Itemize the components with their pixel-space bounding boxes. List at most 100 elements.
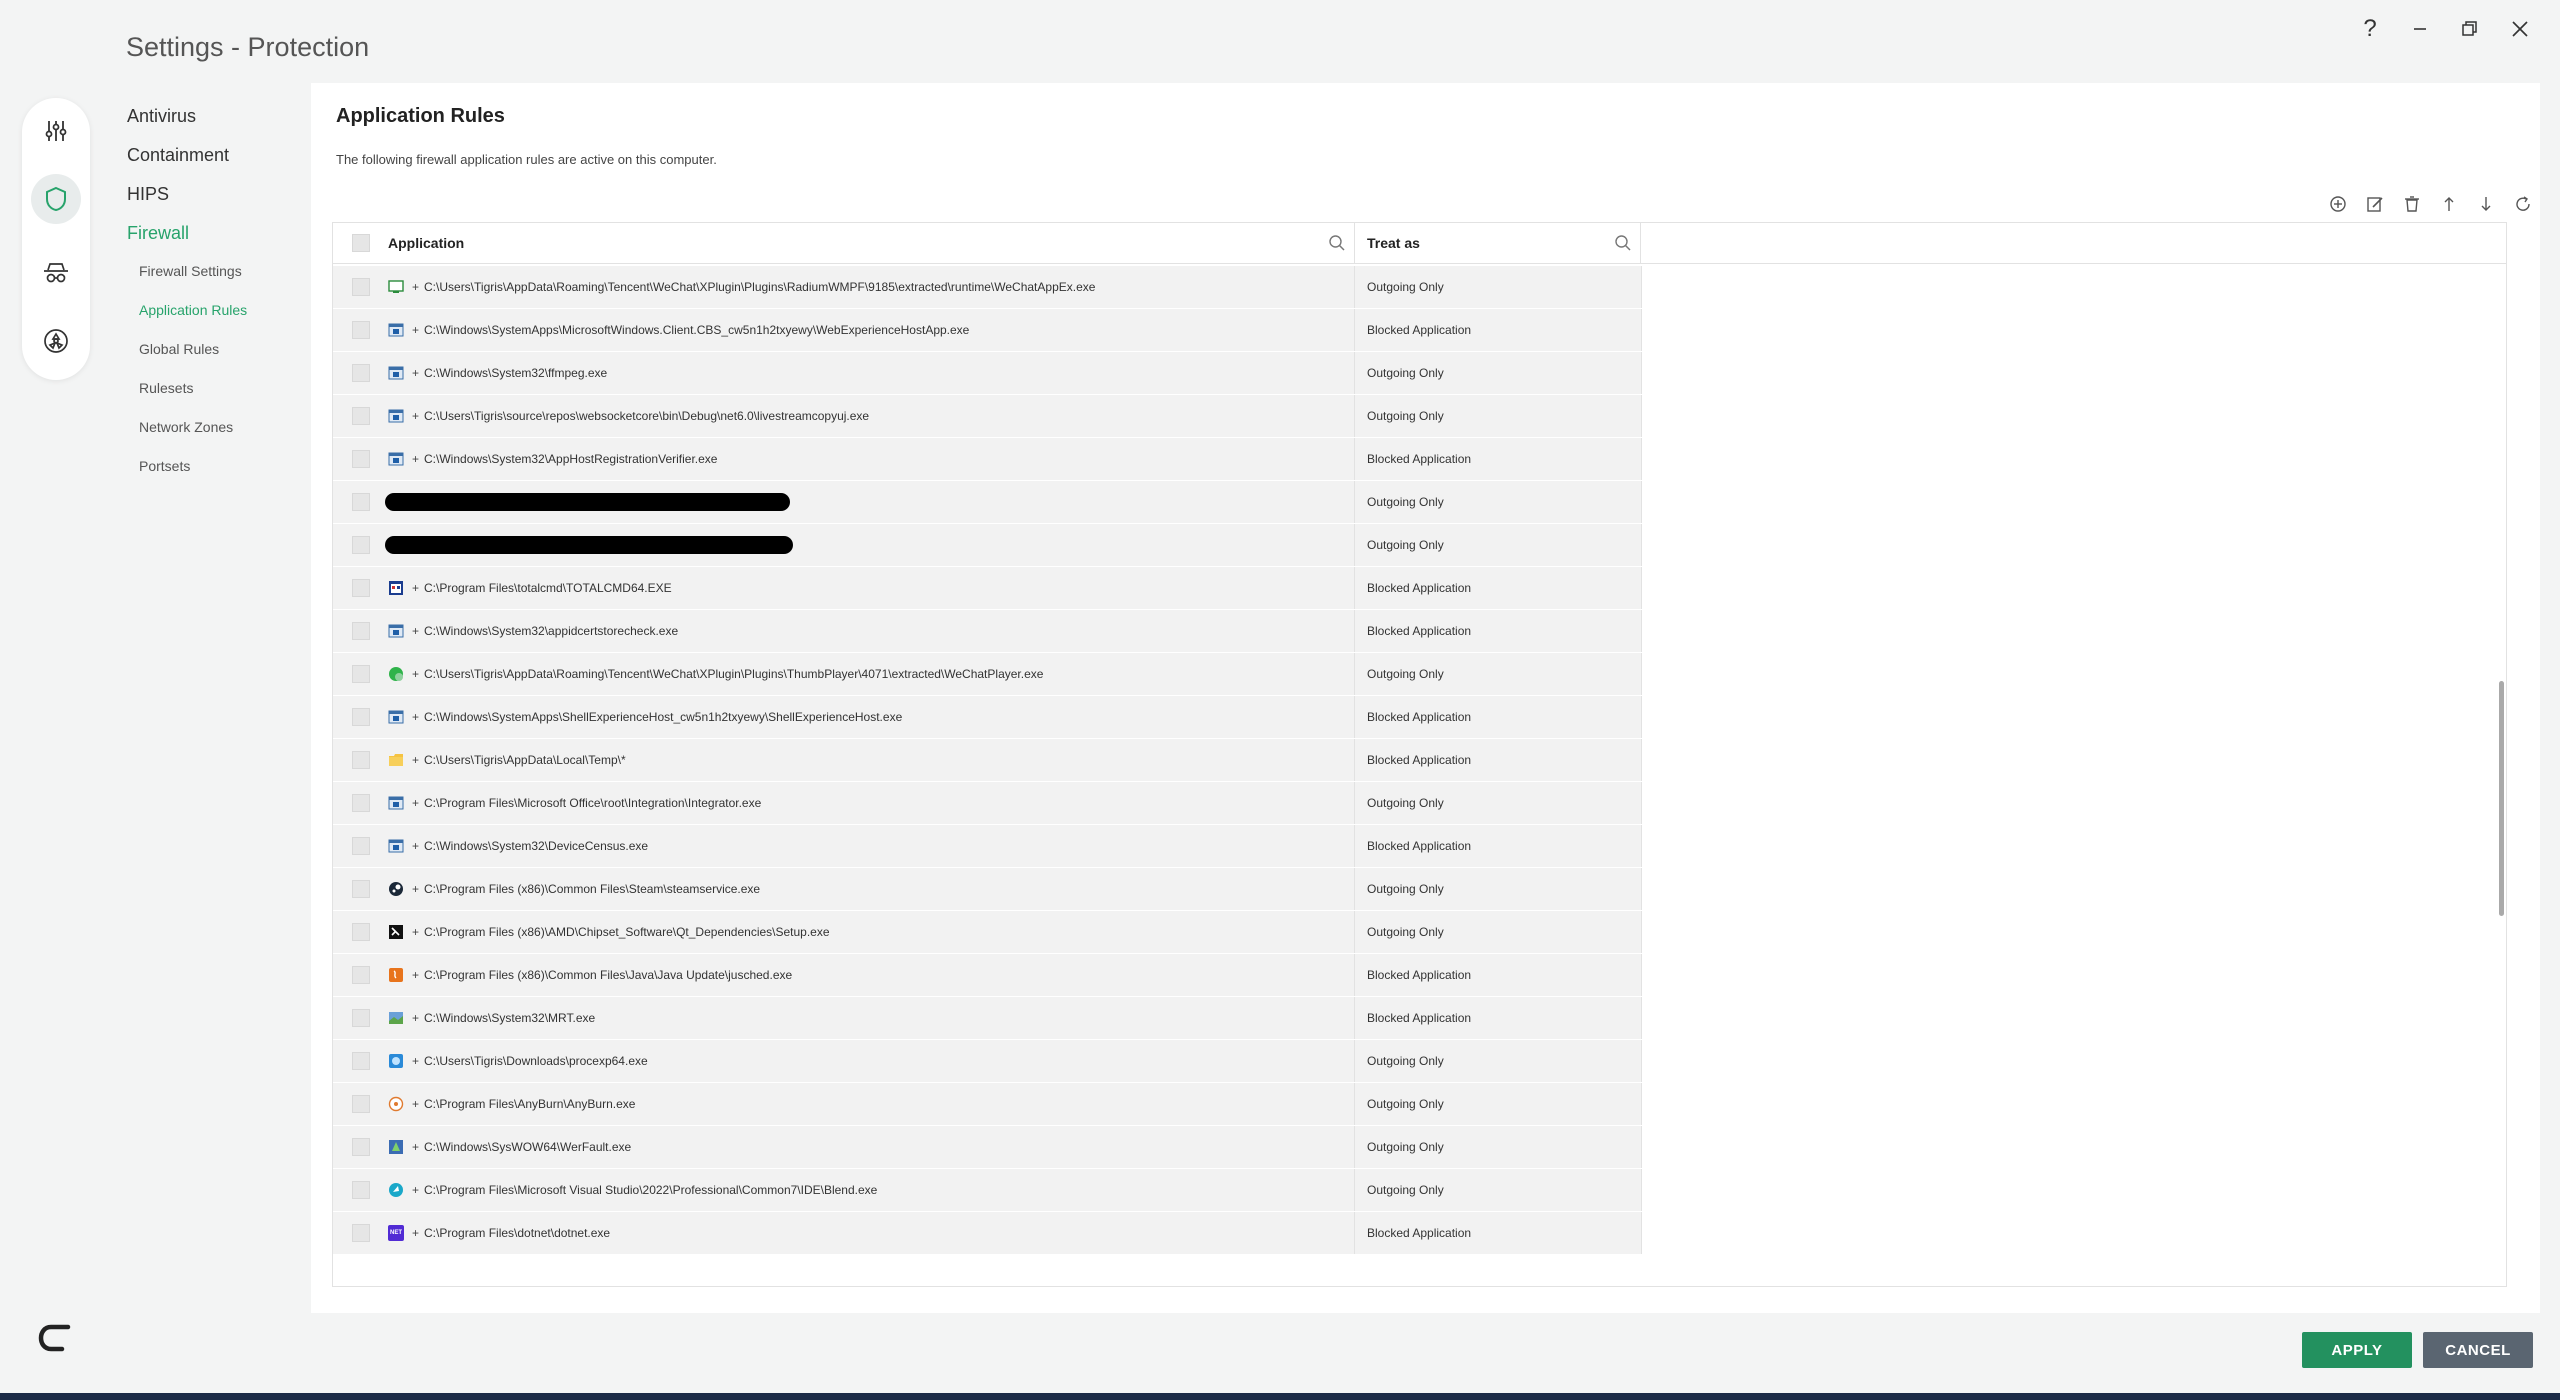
- row-checkbox[interactable]: [351, 1138, 370, 1156]
- nav-network-zones[interactable]: Network Zones: [127, 416, 247, 455]
- application-cell[interactable]: + C:\Program Files\totalcmd\TOTALCMD64.EX…: [333, 567, 1355, 609]
- table-row[interactable]: + C:\Windows\System32\AppHostRegistration…: [333, 438, 1642, 481]
- apply-button[interactable]: APPLY: [2302, 1332, 2412, 1368]
- expand-icon[interactable]: +: [412, 452, 419, 466]
- row-checkbox[interactable]: [351, 966, 370, 984]
- table-row[interactable]: + C:\Windows\SystemApps\MicrosoftWindows.…: [333, 309, 1642, 352]
- treat-as-cell[interactable]: Outgoing Only: [1355, 1040, 1642, 1082]
- application-cell[interactable]: + C:\Users\Tigris\Downloads\procexp64.exe: [333, 1040, 1355, 1082]
- minimize-icon[interactable]: [2400, 14, 2440, 44]
- nav-firewall[interactable]: Firewall: [127, 221, 247, 260]
- application-cell[interactable]: [333, 481, 1355, 523]
- expand-icon[interactable]: +: [412, 366, 419, 380]
- application-cell[interactable]: + C:\Windows\SystemApps\MicrosoftWindows.…: [333, 309, 1355, 351]
- move-down-icon[interactable]: [2472, 190, 2499, 217]
- application-cell[interactable]: + C:\Program Files (x86)\Common Files\Jav…: [333, 954, 1355, 996]
- row-checkbox[interactable]: [351, 923, 370, 941]
- expand-icon[interactable]: +: [412, 1183, 419, 1197]
- application-cell[interactable]: + C:\Windows\SystemApps\ShellExperienceHo…: [333, 696, 1355, 738]
- application-cell[interactable]: + C:\Users\Tigris\AppData\Roaming\Tencent…: [333, 653, 1355, 695]
- treat-as-cell[interactable]: Outgoing Only: [1355, 1126, 1642, 1168]
- application-cell[interactable]: + C:\Users\Tigris\AppData\Local\Temp\*: [333, 739, 1355, 781]
- expand-icon[interactable]: +: [412, 280, 419, 294]
- col-application[interactable]: Application: [388, 235, 464, 251]
- row-checkbox[interactable]: [351, 493, 370, 511]
- nav-global-rules[interactable]: Global Rules: [127, 338, 247, 377]
- select-all-checkbox[interactable]: [351, 234, 370, 252]
- application-cell[interactable]: + C:\Windows\System32\DeviceCensus.exe: [333, 825, 1355, 867]
- row-checkbox[interactable]: [351, 450, 370, 468]
- table-row[interactable]: Outgoing Only: [333, 481, 1642, 524]
- nav-portsets[interactable]: Portsets: [127, 455, 247, 494]
- table-row[interactable]: + C:\Users\Tigris\AppData\Local\Temp\* Blo…: [333, 739, 1642, 782]
- expand-icon[interactable]: +: [412, 710, 419, 724]
- expand-icon[interactable]: +: [412, 1226, 419, 1240]
- table-row[interactable]: + C:\Program Files\totalcmd\TOTALCMD64.EX…: [333, 567, 1642, 610]
- application-cell[interactable]: [333, 524, 1355, 566]
- application-cell[interactable]: NET + C:\Program Files\dotnet\dotnet.exe: [333, 1212, 1355, 1254]
- table-row[interactable]: + C:\Windows\System32\appidcertstorecheck…: [333, 610, 1642, 653]
- row-checkbox[interactable]: [351, 665, 370, 683]
- row-checkbox[interactable]: [351, 1095, 370, 1113]
- row-checkbox[interactable]: [351, 708, 370, 726]
- scrollbar[interactable]: [2499, 681, 2504, 916]
- expand-icon[interactable]: +: [412, 839, 419, 853]
- nav-antivirus[interactable]: Antivirus: [127, 104, 247, 143]
- table-row[interactable]: Outgoing Only: [333, 524, 1642, 567]
- nav-application-rules[interactable]: Application Rules: [127, 299, 247, 338]
- expand-icon[interactable]: +: [412, 1097, 419, 1111]
- treat-as-cell[interactable]: Outgoing Only: [1355, 868, 1642, 910]
- shield-icon[interactable]: [31, 174, 81, 224]
- row-checkbox[interactable]: [351, 622, 370, 640]
- table-row[interactable]: + C:\Program Files (x86)\AMD\Chipset_Soft…: [333, 911, 1642, 954]
- treat-as-cell[interactable]: Outgoing Only: [1355, 911, 1642, 953]
- treat-as-cell[interactable]: Blocked Application: [1355, 309, 1642, 351]
- row-checkbox[interactable]: [351, 579, 370, 597]
- treat-as-cell[interactable]: Blocked Application: [1355, 696, 1642, 738]
- treat-as-cell[interactable]: Blocked Application: [1355, 567, 1642, 609]
- expand-icon[interactable]: +: [412, 753, 419, 767]
- table-row[interactable]: + C:\Users\Tigris\AppData\Roaming\Tencent…: [333, 653, 1642, 696]
- row-checkbox[interactable]: [351, 837, 370, 855]
- table-row[interactable]: + C:\Windows\SysWOW64\WerFault.exe Outgoin…: [333, 1126, 1642, 1169]
- row-checkbox[interactable]: [351, 321, 370, 339]
- application-cell[interactable]: + C:\Windows\System32\ffmpeg.exe: [333, 352, 1355, 394]
- treat-as-cell[interactable]: Blocked Application: [1355, 610, 1642, 652]
- sliders-icon[interactable]: [31, 106, 81, 156]
- table-row[interactable]: + C:\Windows\System32\ffmpeg.exe Outgoing …: [333, 352, 1642, 395]
- expand-icon[interactable]: +: [412, 323, 419, 337]
- treat-as-cell[interactable]: Outgoing Only: [1355, 352, 1642, 394]
- row-checkbox[interactable]: [351, 751, 370, 769]
- table-row[interactable]: + C:\Users\Tigris\source\repos\websocketc…: [333, 395, 1642, 438]
- treat-as-cell[interactable]: Outgoing Only: [1355, 481, 1642, 523]
- treat-as-cell[interactable]: Outgoing Only: [1355, 266, 1642, 308]
- radiation-icon[interactable]: [31, 316, 81, 366]
- application-cell[interactable]: + C:\Program Files\AnyBurn\AnyBurn.exe: [333, 1083, 1355, 1125]
- expand-icon[interactable]: +: [412, 968, 419, 982]
- nav-rulesets[interactable]: Rulesets: [127, 377, 247, 416]
- table-row[interactable]: + C:\Program Files\AnyBurn\AnyBurn.exe Out…: [333, 1083, 1642, 1126]
- row-checkbox[interactable]: [351, 407, 370, 425]
- treat-as-cell[interactable]: Outgoing Only: [1355, 782, 1642, 824]
- expand-icon[interactable]: +: [412, 667, 419, 681]
- help-icon[interactable]: ?: [2350, 14, 2390, 44]
- row-checkbox[interactable]: [351, 1009, 370, 1027]
- table-row[interactable]: + C:\Program Files (x86)\Common Files\Ste…: [333, 868, 1642, 911]
- treat-as-cell[interactable]: Outgoing Only: [1355, 653, 1642, 695]
- application-cell[interactable]: + C:\Windows\SysWOW64\WerFault.exe: [333, 1126, 1355, 1168]
- table-row[interactable]: + C:\Program Files\Microsoft Visual Studi…: [333, 1169, 1642, 1212]
- application-cell[interactable]: + C:\Program Files\Microsoft Office\root\…: [333, 782, 1355, 824]
- cancel-button[interactable]: CANCEL: [2423, 1332, 2533, 1368]
- row-checkbox[interactable]: [351, 278, 370, 296]
- expand-icon[interactable]: +: [412, 624, 419, 638]
- row-checkbox[interactable]: [351, 1224, 370, 1242]
- treat-as-cell[interactable]: Blocked Application: [1355, 438, 1642, 480]
- table-row[interactable]: + C:\Program Files (x86)\Common Files\Jav…: [333, 954, 1642, 997]
- move-up-icon[interactable]: [2435, 190, 2462, 217]
- treat-as-cell[interactable]: Blocked Application: [1355, 954, 1642, 996]
- row-checkbox[interactable]: [351, 1181, 370, 1199]
- search-icon[interactable]: [1614, 234, 1632, 257]
- row-checkbox[interactable]: [351, 794, 370, 812]
- treat-as-cell[interactable]: Outgoing Only: [1355, 1083, 1642, 1125]
- expand-icon[interactable]: +: [412, 796, 419, 810]
